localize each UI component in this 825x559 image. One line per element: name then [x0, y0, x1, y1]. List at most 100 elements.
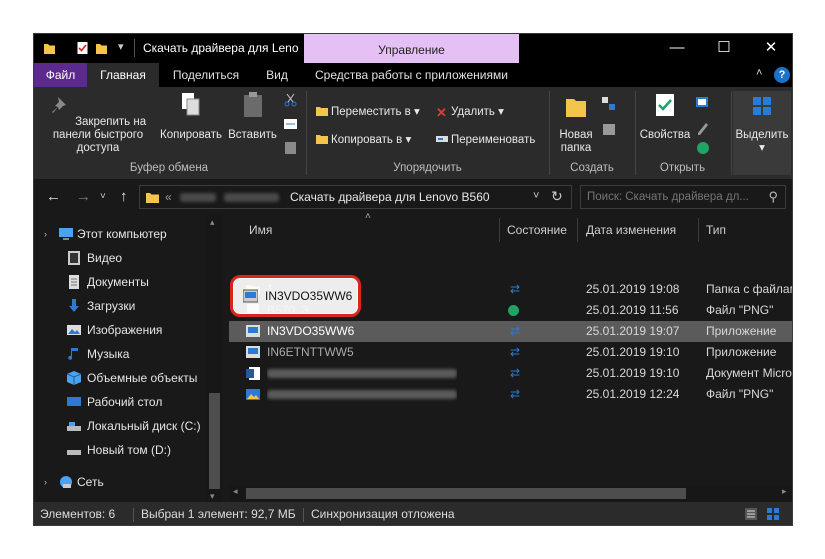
title-bar: ▾ Скачать драйвера для Leno Управление —… [34, 34, 792, 63]
help-button[interactable]: ? [774, 67, 790, 83]
nav-label: Новый том (D:) [87, 443, 171, 457]
up-arrow-icon[interactable]: ↑ [120, 188, 128, 205]
select-button[interactable]: Выделить ▾ [733, 91, 791, 175]
maximize-button[interactable]: ☐ [701, 34, 747, 63]
expand-chevron-icon[interactable]: › [44, 470, 47, 494]
move-to-label: Переместить в [331, 106, 411, 118]
ribbon: Закрепить на панели быстрого доступа Коп… [34, 87, 792, 179]
context-tab-header: Управление [304, 34, 519, 63]
refresh-icon[interactable]: ↻ [551, 188, 563, 205]
search-input[interactable] [587, 189, 757, 205]
scroll-left-icon[interactable]: ◂ [233, 486, 238, 497]
properties-button[interactable]: Свойства [637, 91, 693, 142]
column-header-status[interactable]: Состояние [507, 218, 567, 242]
search-icon[interactable]: ⚲ [768, 189, 778, 205]
new-item-icon[interactable] [602, 97, 616, 110]
table-row[interactable]: IN6ETNTTWW5 ⇄ 25.01.2019 19:10 Приложени… [229, 342, 792, 363]
table-row[interactable]: ⇄ 25.01.2019 12:24 Файл "PNG" [229, 384, 792, 405]
horizontal-scroll-thumb[interactable] [246, 488, 686, 499]
nav-item-music[interactable]: Музыка [34, 342, 206, 366]
properties-check-icon[interactable] [76, 41, 89, 55]
highlighted-file-name[interactable]: IN3VDO35WW6 [265, 289, 352, 303]
search-box[interactable]: ⚲ [580, 185, 786, 209]
details-view-icon[interactable] [745, 508, 757, 520]
pictures-icon [67, 325, 81, 335]
paste-shortcut-icon[interactable] [284, 141, 297, 155]
column-separator[interactable] [499, 218, 500, 242]
move-to-button[interactable]: Переместить в ▾ [316, 104, 420, 120]
tab-share[interactable]: Поделиться [162, 63, 250, 87]
nav-item-this-pc[interactable]: › Этот компьютер [34, 222, 206, 246]
history-icon[interactable] [696, 141, 710, 155]
column-separator[interactable] [577, 218, 578, 242]
column-header-name[interactable]: Имя [249, 218, 272, 242]
scroll-down-icon[interactable]: ▾ [210, 491, 215, 502]
status-bar: Элементов: 6 Выбран 1 элемент: 92,7 МБ С… [34, 502, 792, 525]
new-folder-qa-icon[interactable] [95, 41, 108, 55]
edit-icon[interactable] [696, 121, 710, 135]
column-header-type[interactable]: Тип [706, 218, 726, 242]
status-selected: Выбран 1 элемент: 92,7 МБ [141, 507, 296, 521]
nav-item-network[interactable]: › Сеть [34, 470, 206, 494]
rename-label: Переименовать [451, 134, 536, 146]
back-arrow-icon[interactable]: ← [46, 188, 61, 205]
column-header-date[interactable]: Дата изменения [586, 218, 676, 242]
nav-item-video[interactable]: Видео [34, 246, 206, 270]
ribbon-separator [731, 91, 732, 175]
breadcrumb-current[interactable]: Скачать драйвера для Lenovo B560 [290, 190, 490, 204]
forward-arrow-icon[interactable]: → [76, 188, 91, 205]
nav-item-drive-d[interactable]: Новый том (D:) [34, 438, 206, 462]
copy-to-button[interactable]: Копировать в ▾ [316, 132, 411, 148]
nav-item-desktop[interactable]: Рабочий стол [34, 390, 206, 414]
table-row-selected[interactable]: IN3VDO35WW6 ⇄ 25.01.2019 19:07 Приложени… [229, 321, 792, 342]
column-separator[interactable] [698, 218, 699, 242]
address-bar[interactable]: « Скачать драйвера для Lenovo B560 ˅ ↻ [139, 185, 572, 209]
scroll-right-icon[interactable]: ▸ [782, 486, 787, 497]
copy-path-icon[interactable] [284, 118, 297, 130]
tab-view[interactable]: Вид [251, 63, 303, 87]
breadcrumb-hidden[interactable] [180, 193, 216, 202]
nav-label: Локальный диск (C:) [87, 419, 201, 433]
new-folder-label: Новая папка [559, 129, 593, 154]
pin-quick-access-button[interactable]: Закрепить на панели быстрого доступа [39, 91, 157, 155]
horizontal-scrollbar[interactable]: ◂ ▸ [229, 485, 792, 502]
tab-home[interactable]: Главная [87, 63, 159, 87]
tab-application-tools[interactable]: Средства работы с приложениями [304, 63, 519, 87]
recent-locations-chevron-icon[interactable]: ˅ [100, 191, 106, 202]
table-row[interactable]: ⇄ 25.01.2019 19:10 Документ Micro [229, 363, 792, 384]
scroll-up-icon[interactable]: ▴ [210, 217, 215, 228]
quick-access-dropdown-icon[interactable]: ▾ [118, 40, 124, 53]
collapse-ribbon-icon[interactable]: ˄ [756, 67, 762, 79]
nav-item-documents[interactable]: Документы [34, 270, 206, 294]
nav-item-drive-c[interactable]: Локальный диск (C:) [34, 414, 206, 438]
tab-file[interactable]: Файл [34, 63, 87, 87]
breadcrumb-hidden[interactable] [224, 193, 279, 202]
minimize-button[interactable]: — [654, 34, 700, 63]
copy-to-label: Копировать в [331, 134, 403, 146]
breadcrumb-overflow[interactable]: « [165, 190, 172, 204]
nav-scrollbar[interactable]: ▴ ▾ [206, 215, 223, 502]
folder-icon [44, 44, 55, 54]
copy-button[interactable]: Копировать [157, 91, 225, 142]
select-label: Выделить [735, 129, 789, 141]
delete-button[interactable]: ✕ Удалить ▾ [436, 104, 504, 120]
new-folder-button[interactable]: Новая папка [552, 91, 600, 155]
delete-label: Удалить [451, 106, 495, 118]
chevron-down-icon: ▾ [759, 142, 765, 154]
nav-item-3d-objects[interactable]: Объемные объекты [34, 366, 206, 390]
file-date: 25.01.2019 19:10 [586, 366, 680, 380]
nav-item-pictures[interactable]: Изображения [34, 318, 206, 342]
open-icon[interactable] [696, 97, 712, 109]
file-list: ˄ Имя Состояние Дата изменения Тип 1 ⇄ 2… [229, 211, 792, 502]
address-dropdown-icon[interactable]: ˅ [533, 190, 539, 202]
rename-button[interactable]: Переименовать [436, 132, 535, 148]
cut-icon[interactable] [284, 93, 297, 107]
close-button[interactable]: ✕ [748, 34, 792, 63]
easy-access-icon[interactable] [602, 123, 616, 136]
large-icons-view-icon[interactable] [767, 508, 779, 520]
nav-item-downloads[interactable]: Загрузки [34, 294, 206, 318]
sync-pending-icon: ⇄ [510, 387, 521, 401]
nav-scroll-thumb[interactable] [209, 393, 220, 489]
expand-chevron-icon[interactable]: › [44, 222, 47, 246]
paste-button[interactable]: Вставить [225, 91, 280, 142]
